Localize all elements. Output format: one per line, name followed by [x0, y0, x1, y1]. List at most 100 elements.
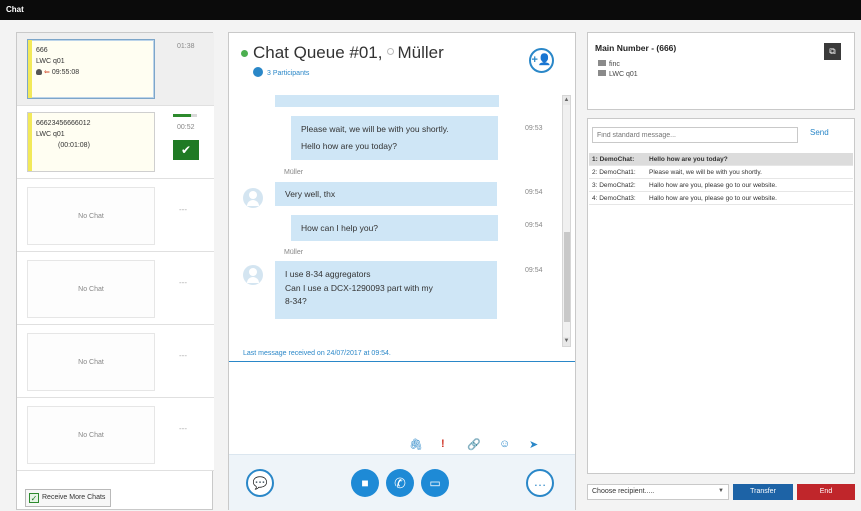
row-text: Hello how are you today? — [649, 156, 728, 163]
add-person-icon: +👤 — [531, 54, 552, 66]
standard-message-row[interactable]: 1: DemoChat: Hello how are you today? — [589, 153, 853, 166]
message-sender: Müller — [284, 249, 304, 256]
media-toolbar: 💬 ■ ✆ ▭ … — [229, 454, 575, 510]
end-chat-button[interactable]: End — [797, 484, 855, 500]
priority-icon[interactable]: ! — [441, 438, 445, 450]
row-key: 1: DemoChat: — [592, 156, 635, 163]
standard-message-row[interactable]: 4: DemoChat3: Hallo how are you, please g… — [589, 192, 853, 205]
slot-timer: --- — [179, 205, 187, 214]
chat-queue-panel: 666 LWC q01 ⇐ 09:55:08 01:38 666234566660… — [16, 32, 214, 510]
message-text: Hello how are you today? — [301, 141, 397, 151]
message-bubble-agent: Please wait, we will be with you shortly… — [291, 116, 498, 160]
send-standard-message-button[interactable]: Send — [810, 128, 829, 137]
scroll-thumb[interactable] — [564, 232, 570, 322]
chat-header: Chat Queue #01, Müller 3 Participants +👤 — [229, 33, 575, 83]
card-timestamp: 09:55:08 — [51, 69, 80, 76]
scroll-down-icon[interactable]: ▼ — [563, 337, 570, 346]
wait-progress-fill — [173, 114, 191, 117]
more-icon: … — [533, 474, 547, 489]
video-camera-icon: ■ — [361, 476, 369, 490]
message-time: 09:53 — [525, 125, 543, 132]
more-options-button[interactable]: … — [526, 469, 554, 497]
screen-share-button[interactable]: ▭ — [421, 469, 449, 497]
queue-slot-4[interactable]: No Chat --- — [17, 252, 214, 325]
send-arrow-icon[interactable]: ➤ — [529, 438, 538, 451]
chat-card-active[interactable]: 666 LWC q01 ⇐ 09:55:08 — [27, 39, 155, 99]
card-stripe — [28, 113, 32, 171]
message-scrollbar[interactable]: ▲ ▼ — [562, 95, 571, 347]
standard-message-row[interactable]: 3: DemoChat2: Hallo how are you, please g… — [589, 179, 853, 192]
avatar-icon — [243, 188, 263, 208]
add-participant-button[interactable]: +👤 — [529, 48, 554, 73]
message-text: Please wait, we will be with you shortly… — [301, 124, 449, 134]
transfer-button[interactable]: Transfer — [733, 484, 793, 500]
slot-timer: --- — [179, 424, 187, 433]
message-time: 09:54 — [525, 222, 543, 229]
queue-slot-3[interactable]: No Chat --- — [17, 179, 214, 252]
message-sender: Müller — [284, 169, 304, 176]
chat-title: Chat Queue #01, Müller — [253, 43, 444, 63]
recipient-select[interactable]: Choose recipient..... ▼ — [587, 484, 729, 500]
queue-name: Chat Queue #01, — [253, 43, 383, 62]
standard-message-row[interactable]: 2: DemoChat1: Please wait, we will be wit… — [589, 166, 853, 179]
phone-call-button[interactable]: ✆ — [386, 469, 414, 497]
card-queue: LWC q01 — [36, 58, 65, 65]
attachment-icon[interactable]: 🖇 — [409, 438, 423, 451]
participants-label: 3 Participants — [267, 70, 310, 77]
accept-chat-button[interactable]: ✔ — [173, 140, 199, 160]
recipient-value: Choose recipient..... — [592, 488, 655, 495]
message-text: Can I use a DCX-1290093 part with my — [285, 283, 433, 293]
queue-slot-2[interactable]: 66623456666012 LWC q01 (00:01:08) 00:52 … — [17, 106, 214, 179]
compose-toolbar: 🖇 ! 🔗 ☺ ➤ — [407, 438, 557, 452]
empty-slot: No Chat — [27, 260, 155, 318]
contact-info-panel: Main Number - (666) finc LWC q01 ⧉ — [587, 32, 855, 110]
row-text: Hallo how are you, please go to our webs… — [649, 195, 777, 202]
receive-more-label: Receive More Chats — [42, 494, 106, 501]
message-bubble-customer: I use 8-34 aggregators Can I use a DCX-1… — [275, 261, 497, 319]
scroll-up-icon[interactable]: ▲ — [563, 96, 570, 105]
card-stripe — [28, 40, 32, 98]
monitor-icon: ▭ — [429, 476, 441, 490]
standard-message-search-input[interactable] — [592, 127, 798, 143]
slot-timer: --- — [179, 278, 187, 287]
chevron-down-icon: ▼ — [718, 488, 724, 494]
info-queue: LWC q01 — [609, 71, 638, 78]
receive-more-chats-toggle[interactable]: ✓ Receive More Chats — [25, 489, 112, 507]
user-icon — [598, 60, 606, 66]
chat-bubble-button[interactable]: 💬 — [246, 469, 274, 497]
message-history: Please wait, we will be with you shortly… — [229, 89, 567, 347]
row-key: 3: DemoChat2: — [592, 182, 636, 189]
app-frame: 666 LWC q01 ⇐ 09:55:08 01:38 666234566660… — [0, 20, 861, 511]
slot-timer: 01:38 — [177, 43, 195, 50]
slot-timer: 00:52 — [177, 124, 195, 131]
message-bubble-agent: How can I help you? — [291, 215, 498, 241]
queue-slot-1[interactable]: 666 LWC q01 ⇐ 09:55:08 01:38 — [17, 33, 214, 106]
card-caller: 666 — [36, 47, 48, 54]
participant-name: Müller — [397, 43, 444, 62]
chat-card-waiting[interactable]: 66623456666012 LWC q01 (00:01:08) — [27, 112, 155, 172]
standard-messages-panel: Send 1: DemoChat: Hello how are you today… — [587, 118, 855, 474]
online-status-icon — [241, 50, 248, 57]
message-time: 09:54 — [525, 189, 543, 196]
queue-slot-5[interactable]: No Chat --- — [17, 325, 214, 398]
check-icon: ✓ — [29, 493, 39, 503]
group-icon — [598, 70, 606, 76]
popout-button[interactable]: ⧉ — [824, 43, 841, 60]
info-line: finc — [598, 60, 620, 68]
participants-link[interactable]: 3 Participants — [253, 67, 309, 77]
link-icon[interactable]: 🔗 — [467, 438, 481, 451]
message-bubble-customer: Very well, thx — [275, 182, 497, 206]
row-key: 2: DemoChat1: — [592, 169, 636, 176]
avatar-icon — [243, 265, 263, 285]
card-status: ⇐ 09:55:08 — [36, 67, 148, 78]
last-message-info: Last message received on 24/07/2017 at 0… — [243, 350, 391, 357]
row-text: Hallo how are you, please go to our webs… — [649, 182, 777, 189]
empty-slot: No Chat — [27, 187, 155, 245]
emoji-icon[interactable]: ☺ — [499, 438, 510, 450]
message-time: 09:54 — [525, 267, 543, 274]
queue-slot-6[interactable]: No Chat --- — [17, 398, 214, 471]
external-link-icon: ⧉ — [829, 46, 836, 56]
video-call-button[interactable]: ■ — [351, 469, 379, 497]
wait-progress-bar — [173, 114, 197, 117]
message-text: 8-34? — [285, 296, 307, 306]
